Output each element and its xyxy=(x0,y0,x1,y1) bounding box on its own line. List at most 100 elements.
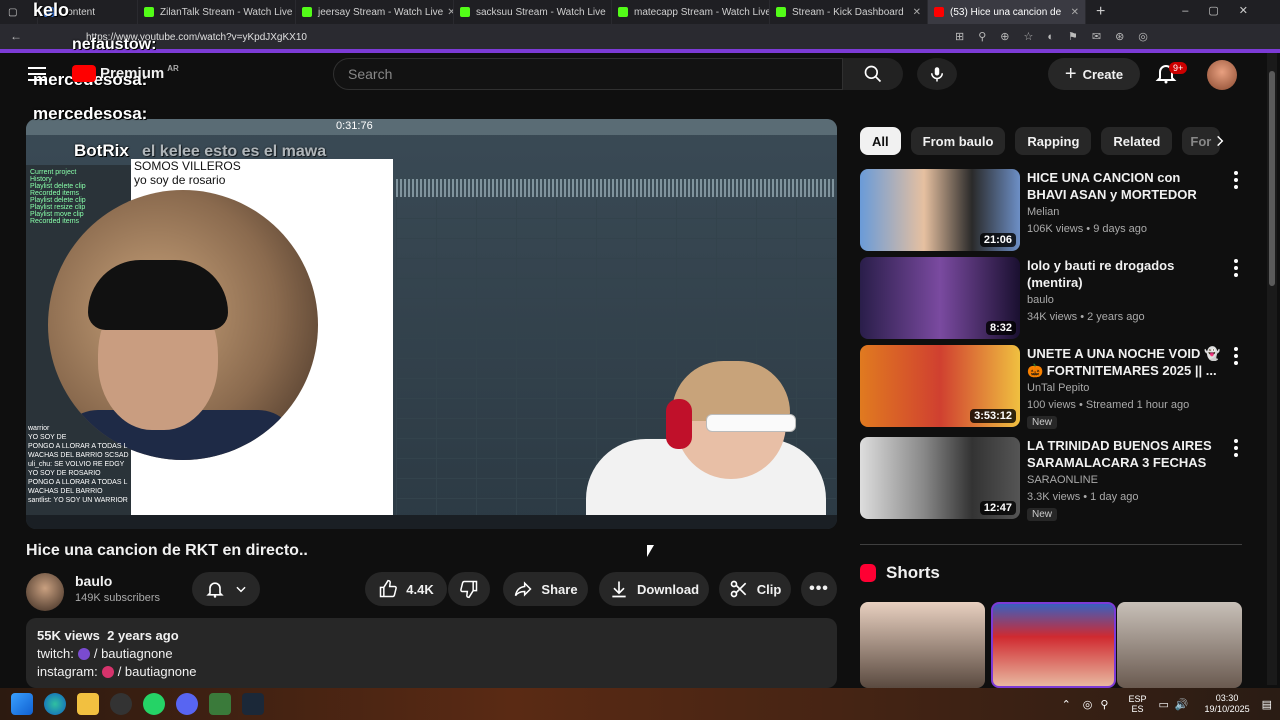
language-indicator[interactable]: ESP ES xyxy=(1128,694,1146,714)
account-avatar[interactable] xyxy=(1207,60,1237,90)
video-thumbnail[interactable]: 8:32 xyxy=(860,257,1020,339)
download-icon xyxy=(612,581,626,598)
dislike-button[interactable] xyxy=(448,572,490,606)
youtube-logo[interactable]: Premium AR xyxy=(72,64,179,82)
kick-favicon-icon xyxy=(618,7,628,17)
clip-button[interactable]: Clip xyxy=(719,572,791,606)
kick-favicon-icon xyxy=(144,7,154,17)
more-vertical-icon[interactable] xyxy=(1230,171,1242,189)
browser-tab-bar: ▢ Content ZilanTalk Stream - Watch Live✕… xyxy=(0,0,1280,24)
twitch-icon xyxy=(77,647,90,660)
more-vertical-icon[interactable] xyxy=(1230,439,1242,457)
instagram-icon xyxy=(101,665,114,678)
chip-all[interactable]: All xyxy=(860,127,901,155)
page-scrollbar[interactable] xyxy=(1267,53,1277,685)
tab-kick-dashboard[interactable]: Stream - Kick Dashboard ✕ xyxy=(770,0,928,24)
video-inner-taskbar xyxy=(26,515,837,529)
chevron-up-icon[interactable]: ⌃ xyxy=(1062,698,1071,711)
thumbs-up-icon xyxy=(380,579,398,598)
tab-matecapp[interactable]: matecapp Stream - Watch Live✕ xyxy=(612,0,770,24)
voice-search-button[interactable] xyxy=(917,58,957,90)
discord-icon[interactable] xyxy=(176,693,198,715)
recommendation-item[interactable]: 8:32 lolo y bauti re drogados (mentira) … xyxy=(860,257,1244,339)
recommendation-item[interactable]: 21:06 HICE UNA CANCION con BHAVI ASAN y … xyxy=(860,169,1244,251)
notification-center-icon[interactable]: ▤ xyxy=(1262,698,1272,711)
like-button[interactable]: 4.4K xyxy=(365,572,447,606)
tab-zilantalk[interactable]: ZilanTalk Stream - Watch Live✕ xyxy=(138,0,296,24)
filter-chips: All From baulo Rapping Related For xyxy=(860,127,1230,155)
search-icon xyxy=(864,65,882,83)
video-thumbnail[interactable]: 21:06 xyxy=(860,169,1020,251)
search-input[interactable]: Search xyxy=(333,58,843,90)
taskbar-clock[interactable]: 03:30 19/10/2025 xyxy=(1205,693,1250,715)
youtube-header: Premium AR Search + Create xyxy=(0,53,1280,97)
short-thumbnail[interactable] xyxy=(860,602,985,688)
scissors-icon xyxy=(730,580,746,598)
kick-favicon-icon xyxy=(776,7,786,17)
app-icon[interactable] xyxy=(209,693,231,715)
subscription-bell-button[interactable] xyxy=(192,572,260,606)
recommendation-item[interactable]: 12:47 LA TRINIDAD BUENOS AIRES SARAMALAC… xyxy=(860,437,1244,521)
shorts-icon xyxy=(860,564,876,582)
microphone-icon xyxy=(931,67,943,82)
more-vertical-icon[interactable] xyxy=(1230,259,1242,277)
short-thumbnail[interactable] xyxy=(1117,602,1242,688)
recommendation-item[interactable]: 3:53:12 UNETE A UNA NOCHE VOID 👻 🎃 FORTN… xyxy=(860,345,1244,429)
chip-rapping[interactable]: Rapping xyxy=(1015,127,1092,155)
steam-icon[interactable] xyxy=(242,693,264,715)
back-icon[interactable]: ← xyxy=(10,29,22,43)
shorts-heading: Shorts xyxy=(860,563,940,583)
chevron-right-icon xyxy=(1217,135,1224,147)
daw-screen: 0:31:76 Current project History Playlist… xyxy=(26,119,837,529)
close-icon[interactable]: ✕ xyxy=(909,7,921,18)
view-count: 55K views xyxy=(37,628,100,643)
overlay-bot-message: el kelee esto es el mawa xyxy=(142,143,327,160)
chip-related[interactable]: Related xyxy=(1101,127,1173,155)
guest-webcam xyxy=(576,359,837,529)
chip-from-channel[interactable]: From baulo xyxy=(910,127,1006,155)
obs-icon[interactable] xyxy=(110,693,132,715)
new-tab-icon[interactable]: + xyxy=(1096,3,1105,21)
channel-avatar[interactable] xyxy=(26,573,64,611)
file-explorer-icon[interactable] xyxy=(77,693,99,715)
close-icon[interactable]: ✕ xyxy=(1067,7,1079,18)
tray-icons[interactable]: ◎⚲ xyxy=(1083,698,1117,711)
create-button[interactable]: + Create xyxy=(1048,58,1140,90)
channel-name[interactable]: baulo xyxy=(75,573,112,589)
close-icon[interactable]: ✕ xyxy=(443,7,453,18)
section-divider xyxy=(860,544,1242,545)
more-vertical-icon[interactable] xyxy=(1230,347,1242,365)
video-thumbnail[interactable]: 3:53:12 xyxy=(860,345,1020,427)
twitch-link[interactable]: / bautiagnone xyxy=(94,646,173,661)
short-thumbnail[interactable] xyxy=(991,602,1116,688)
more-actions-button[interactable]: ••• xyxy=(801,572,837,606)
tab-jeersay[interactable]: jeersay Stream - Watch Live✕ xyxy=(296,0,454,24)
share-button[interactable]: Share xyxy=(503,572,588,606)
mouse-cursor xyxy=(647,545,654,557)
kick-favicon-icon xyxy=(460,7,470,17)
tab-youtube-video[interactable]: (53) Hice una cancion de ✕ xyxy=(928,0,1086,24)
video-player[interactable]: 0:31:76 Current project History Playlist… xyxy=(26,119,837,529)
edge-icon[interactable] xyxy=(44,693,66,715)
streamer-webcam-circle xyxy=(48,190,318,460)
new-badge: New xyxy=(1027,508,1058,521)
share-icon xyxy=(515,581,532,597)
whatsapp-icon[interactable] xyxy=(143,693,165,715)
window-controls[interactable]: –▢✕ xyxy=(1182,4,1268,17)
chips-next-button[interactable] xyxy=(1206,127,1234,155)
download-button[interactable]: Download xyxy=(599,572,709,606)
search-button[interactable] xyxy=(843,58,903,90)
video-thumbnail[interactable]: 12:47 xyxy=(860,437,1020,519)
instagram-link[interactable]: / bautiagnone xyxy=(118,664,197,679)
overlay-chat-user: nefaustow: xyxy=(72,36,157,53)
description-box[interactable]: 55K views 2 years ago twitch: / bautiagno… xyxy=(26,618,837,688)
browser-toolbar-icons[interactable]: ⊞⚲⊕☆◐⚑✉⊛◎ xyxy=(955,30,1162,43)
windows-start-icon[interactable] xyxy=(11,693,33,715)
daw-timer: 0:31:76 xyxy=(336,120,373,132)
overlay-bot-name: BotRix xyxy=(74,141,129,160)
network-volume-icons[interactable]: ▭🔊 xyxy=(1158,698,1194,711)
notification-badge: 9+ xyxy=(1169,62,1188,74)
hamburger-menu-icon[interactable] xyxy=(28,67,46,81)
upload-age: 2 years ago xyxy=(107,628,179,643)
tab-sacksuu[interactable]: sacksuu Stream - Watch Live✕ xyxy=(454,0,612,24)
